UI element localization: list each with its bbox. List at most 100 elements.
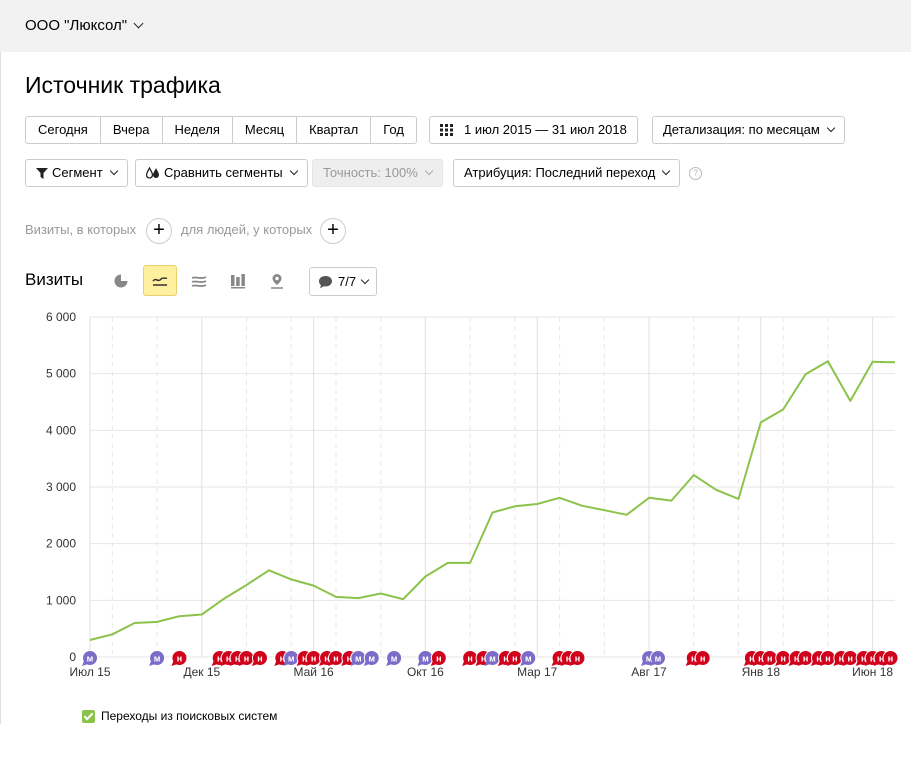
period-quarter-button[interactable]: Квартал (297, 117, 372, 143)
y-tick-label: 4 000 (46, 423, 76, 437)
area-chart-view-button[interactable] (182, 265, 216, 296)
pie-chart-view-button[interactable] (104, 265, 138, 296)
svg-text:н: н (575, 654, 580, 664)
segment-button[interactable]: Сегмент (25, 159, 128, 187)
svg-text:м: м (391, 654, 398, 664)
svg-text:н: н (244, 654, 249, 664)
svg-text:н: н (311, 654, 316, 664)
comment-marker-n[interactable]: н (238, 650, 255, 667)
attribution-dropdown[interactable]: Атрибуция: Последний переход (453, 159, 681, 187)
comment-marker-m[interactable]: м (386, 650, 403, 667)
x-tick-label: Дек 15 (183, 665, 220, 679)
attribution-label: Атрибуция: Последний переход (464, 165, 656, 180)
svg-text:м: м (355, 654, 362, 664)
period-buttons: Сегодня Вчера Неделя Месяц Квартал Год (25, 116, 417, 144)
x-tick-label: Июл 15 (69, 665, 110, 679)
bar-icon (231, 273, 245, 288)
comment-marker-n[interactable]: н (506, 650, 523, 667)
chevron-down-icon (289, 166, 298, 176)
comment-marker-n[interactable]: н (305, 650, 322, 667)
comment-marker-m[interactable]: м (417, 650, 434, 667)
date-range-picker[interactable]: 1 июл 2015 — 31 июл 2018 (429, 116, 638, 144)
svg-text:м: м (288, 654, 295, 664)
comment-marker-n[interactable]: н (775, 650, 792, 667)
comment-marker-n[interactable]: н (251, 650, 268, 667)
detail-label: Детализация: по месяцам (663, 122, 820, 137)
comment-marker-m[interactable]: м (149, 650, 166, 667)
period-month-button[interactable]: Месяц (233, 117, 298, 143)
y-tick-label: 0 (69, 650, 76, 664)
add-visit-filter-button[interactable]: + (146, 218, 172, 244)
comment-marker-n[interactable]: н (842, 650, 859, 667)
svg-text:н: н (257, 654, 262, 664)
compare-segments-button[interactable]: Сравнить сегменты (135, 159, 308, 187)
chevron-down-icon (826, 123, 836, 133)
x-tick-label: Авг 17 (631, 665, 667, 679)
svg-text:м: м (489, 654, 496, 664)
x-tick-label: Май 16 (294, 665, 335, 679)
x-tick-label: Окт 16 (407, 665, 444, 679)
chart-section-label: Визиты (25, 270, 84, 289)
date-range-label: 1 июл 2015 — 31 июл 2018 (464, 122, 627, 137)
comment-marker-m[interactable]: м (649, 650, 666, 667)
svg-text:н: н (767, 654, 772, 664)
bar-chart-view-button[interactable] (221, 265, 255, 296)
svg-text:н: н (436, 654, 441, 664)
compare-label: Сравнить сегменты (164, 165, 283, 180)
comments-counter-label: 7/7 (338, 274, 357, 289)
legend-item[interactable]: Переходы из поисковых систем (82, 709, 277, 723)
comment-marker-n[interactable]: н (882, 650, 899, 667)
y-tick-label: 1 000 (46, 593, 76, 607)
org-name: ООО "Люксол" (25, 17, 128, 34)
add-people-filter-button[interactable]: + (320, 218, 346, 244)
drops-icon (146, 167, 159, 179)
comments-counter-dropdown[interactable]: 7/7 (309, 267, 378, 296)
period-year-button[interactable]: Год (371, 117, 416, 143)
comment-marker-m[interactable]: м (283, 650, 300, 667)
svg-text:м: м (154, 654, 161, 664)
calendar-icon (440, 124, 453, 136)
legend-checkbox-icon[interactable] (82, 709, 95, 723)
y-tick-label: 5 000 (46, 367, 76, 381)
chevron-down-icon (133, 18, 144, 29)
comment-marker-m[interactable]: м (82, 650, 98, 667)
y-tick-label: 6 000 (46, 310, 76, 324)
detail-dropdown[interactable]: Детализация: по месяцам (652, 116, 845, 144)
y-tick-label: 3 000 (46, 480, 76, 494)
org-selector[interactable]: ООО "Люксол" (25, 17, 144, 34)
chevron-down-icon (424, 166, 434, 176)
period-yesterday-button[interactable]: Вчера (101, 117, 163, 143)
svg-text:н: н (825, 654, 830, 664)
svg-text:м: м (87, 654, 94, 664)
page-title: Источник трафика (25, 72, 221, 98)
comment-marker-n[interactable]: н (327, 650, 344, 667)
accuracy-dropdown[interactable]: Точность: 100% (312, 159, 443, 187)
comment-marker-m[interactable]: м (350, 650, 367, 667)
comment-marker-n[interactable]: н (430, 650, 447, 667)
svg-text:н: н (700, 654, 705, 664)
map-view-button[interactable] (260, 265, 294, 296)
svg-text:н: н (803, 654, 808, 664)
comment-marker-n[interactable]: н (462, 650, 479, 667)
comment-marker-n[interactable]: н (797, 650, 814, 667)
map-icon (271, 273, 283, 289)
comment-marker-n[interactable]: н (761, 650, 778, 667)
chevron-down-icon (662, 166, 671, 176)
comment-marker-n[interactable]: н (569, 650, 586, 667)
comment-marker-n[interactable]: н (819, 650, 836, 667)
chevron-down-icon (360, 275, 370, 284)
comment-marker-n[interactable]: н (694, 650, 711, 667)
svg-text:н: н (888, 654, 893, 664)
svg-text:м: м (525, 654, 532, 664)
comment-marker-m[interactable]: м (520, 650, 537, 667)
pie-icon (114, 274, 128, 287)
help-icon[interactable]: ? (689, 167, 702, 180)
period-week-button[interactable]: Неделя (163, 117, 233, 143)
x-tick-label: Мар 17 (517, 665, 557, 679)
line-chart-view-button[interactable] (143, 265, 177, 296)
comment-marker-m[interactable]: м (484, 650, 501, 667)
period-today-button[interactable]: Сегодня (26, 117, 101, 143)
filter-people-label: для людей, у которых (181, 222, 313, 237)
comment-marker-m[interactable]: м (363, 650, 380, 667)
comment-marker-n[interactable]: н (171, 650, 188, 667)
